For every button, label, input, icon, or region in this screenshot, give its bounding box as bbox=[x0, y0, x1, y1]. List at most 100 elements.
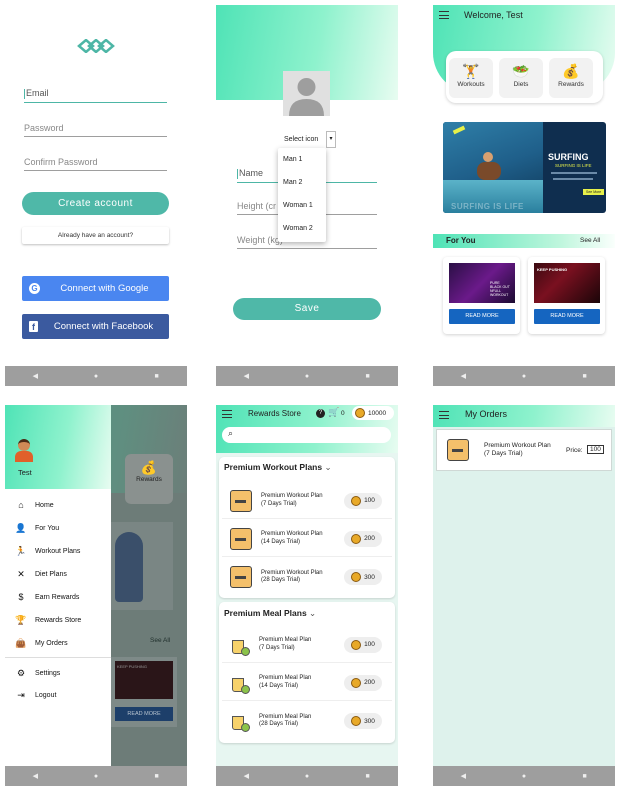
facebook-connect-button[interactable]: f Connect with Facebook bbox=[22, 314, 169, 339]
drawer-item-home[interactable]: ⌂ Home bbox=[5, 496, 53, 514]
nav-recent-button[interactable]: ■ bbox=[361, 773, 375, 780]
drawer-item-settings[interactable]: ⚙ Settings bbox=[5, 664, 60, 682]
workout-calendar-icon bbox=[230, 489, 252, 512]
user-avatar[interactable] bbox=[15, 439, 33, 463]
nav-recent-button[interactable]: ■ bbox=[150, 773, 164, 780]
price-pill[interactable]: 300 bbox=[344, 569, 382, 585]
icon-select-dropdown[interactable]: Select icon ▾ bbox=[282, 129, 336, 149]
read-more-button[interactable]: READ MORE bbox=[449, 309, 515, 324]
avatar[interactable] bbox=[283, 71, 330, 116]
drawer-item-logout[interactable]: ⇥ Logout bbox=[5, 686, 56, 704]
drawer-item-for-you[interactable]: 👤 For You bbox=[5, 519, 59, 537]
category-rewards[interactable]: 💰 Rewards bbox=[549, 58, 593, 98]
drawer-item-rewards-store[interactable]: 🏆 Rewards Store bbox=[5, 611, 81, 629]
nav-back-button[interactable]: ◀ bbox=[239, 372, 253, 380]
category-diets[interactable]: 🥗 Diets bbox=[499, 58, 543, 98]
confirm-password-field[interactable]: Confirm Password bbox=[24, 157, 167, 171]
category-workouts[interactable]: 🏋 Workouts bbox=[449, 58, 493, 98]
option-man-1[interactable]: Man 1 bbox=[278, 148, 326, 171]
coin-balance-pill[interactable]: 10000 bbox=[352, 406, 394, 420]
drawer-item-earn-rewards[interactable]: $ Earn Rewards bbox=[5, 588, 79, 606]
category-rewards-label: Rewards bbox=[558, 81, 584, 88]
nav-back-button[interactable]: ◀ bbox=[456, 772, 470, 780]
nav-home-button[interactable]: ● bbox=[300, 773, 314, 780]
price-pill[interactable]: 100 bbox=[344, 636, 382, 653]
email-field[interactable]: Email bbox=[24, 88, 167, 103]
nav-home-button[interactable]: ● bbox=[517, 773, 531, 780]
nav-home-button[interactable]: ● bbox=[300, 373, 314, 380]
nav-recent-button[interactable]: ■ bbox=[150, 373, 164, 380]
facebook-button-label: Connect with Facebook bbox=[53, 321, 154, 332]
search-input[interactable]: ⌕ bbox=[222, 427, 391, 443]
list-item[interactable]: Premium Meal Plan (7 Days Trial) 100 bbox=[222, 627, 392, 663]
nav-back-button[interactable]: ◀ bbox=[28, 372, 42, 380]
smoothie-icon bbox=[230, 672, 250, 694]
nav-home-button[interactable]: ● bbox=[89, 773, 103, 780]
dimmed-card: KEEP PUSHING READ MORE bbox=[111, 657, 177, 727]
gear-icon: ⚙ bbox=[16, 667, 26, 678]
workout-section-header[interactable]: Premium Workout Plans ⌄ bbox=[224, 462, 332, 473]
user-name: Test bbox=[18, 468, 32, 477]
drawer-item-my-orders[interactable]: 👜 My Orders bbox=[5, 634, 67, 652]
create-account-button[interactable]: Create account bbox=[22, 192, 169, 215]
read-more-button[interactable]: READ MORE bbox=[534, 309, 600, 324]
menu-icon[interactable] bbox=[439, 11, 449, 19]
google-connect-button[interactable]: G Connect with Google bbox=[22, 276, 169, 301]
list-item[interactable]: Premium Meal Plan (14 Days Trial) 200 bbox=[222, 665, 392, 701]
menu-icon[interactable] bbox=[439, 411, 449, 419]
drawer-item-diet-plans[interactable]: ✕ Diet Plans bbox=[5, 565, 67, 583]
order-card[interactable]: Premium Workout Plan (7 Days Trial) Pric… bbox=[436, 429, 612, 471]
menu-icon[interactable] bbox=[222, 410, 232, 418]
nav-home-button[interactable]: ● bbox=[517, 373, 531, 380]
diet-icon: 🥗 bbox=[512, 63, 530, 79]
save-button[interactable]: Save bbox=[233, 298, 381, 320]
workout-calendar-icon bbox=[230, 527, 252, 550]
welcome-title: Welcome, Test bbox=[464, 10, 523, 20]
drawer-item-label: Earn Rewards bbox=[35, 593, 80, 601]
drawer-item-workout-plans[interactable]: 🏃 Workout Plans bbox=[5, 542, 80, 560]
list-item[interactable]: Premium Workout Plan (7 Days Trial) 100 bbox=[222, 483, 392, 519]
banner-subtitle: SURFING IS LIFE bbox=[555, 163, 592, 168]
dropdown-arrow-icon: ▾ bbox=[326, 131, 336, 148]
price-pill[interactable]: 100 bbox=[344, 492, 382, 509]
list-item[interactable]: Premium Workout Plan (14 Days Trial) 200 bbox=[222, 521, 392, 557]
system-nav-bar: ◀ ● ■ bbox=[433, 766, 615, 786]
help-icon[interactable]: ? bbox=[316, 409, 325, 418]
meal-section-header[interactable]: Premium Meal Plans ⌄ bbox=[224, 608, 316, 619]
cutlery-icon: ✕ bbox=[17, 568, 25, 579]
nav-recent-button[interactable]: ■ bbox=[578, 373, 592, 380]
category-workouts-label: Workouts bbox=[457, 81, 485, 88]
see-all-link[interactable]: See All bbox=[580, 237, 600, 244]
nav-back-button[interactable]: ◀ bbox=[239, 772, 253, 780]
price-pill[interactable]: 300 bbox=[344, 713, 382, 729]
person-icon: 👤 bbox=[15, 522, 27, 533]
banner-see-more-button[interactable]: See More bbox=[583, 189, 605, 195]
for-you-card[interactable]: KEEP PUSHING READ MORE bbox=[528, 257, 605, 334]
cart-icon[interactable]: 🛒 bbox=[328, 407, 339, 418]
price-value: 100 bbox=[587, 445, 604, 454]
price-pill[interactable]: 200 bbox=[344, 674, 382, 691]
page-title: My Orders bbox=[465, 409, 508, 419]
nav-recent-button[interactable]: ■ bbox=[361, 373, 375, 380]
nav-back-button[interactable]: ◀ bbox=[456, 372, 470, 380]
already-have-account-button[interactable]: Already have an account? bbox=[22, 227, 169, 244]
password-field[interactable]: Password bbox=[24, 123, 167, 137]
workout-thumbnail: PURE BLACK OUT NFULL WORKOUT bbox=[449, 263, 515, 303]
screen-profile-setup: Select icon ▾ Name Height (cr Weight (kg… bbox=[216, 5, 398, 386]
workout-calendar-icon bbox=[447, 439, 469, 461]
dimmed-banner bbox=[111, 522, 173, 610]
list-item[interactable]: Premium Workout Plan (28 Days Trial) 300 bbox=[222, 559, 392, 595]
nav-home-button[interactable]: ● bbox=[89, 373, 103, 380]
price-pill[interactable]: 200 bbox=[344, 530, 382, 547]
surfing-banner[interactable]: SURFING SURFING IS LIFE See More SURFING… bbox=[443, 122, 606, 213]
for-you-card[interactable]: PURE BLACK OUT NFULL WORKOUT READ MORE bbox=[443, 257, 520, 334]
nav-back-button[interactable]: ◀ bbox=[28, 772, 42, 780]
order-name: Premium Workout Plan bbox=[484, 442, 551, 449]
category-diets-label: Diets bbox=[513, 81, 529, 88]
nav-recent-button[interactable]: ■ bbox=[578, 773, 592, 780]
option-woman-1[interactable]: Woman 1 bbox=[278, 194, 326, 217]
list-item[interactable]: Premium Meal Plan (28 Days Trial) 300 bbox=[222, 703, 392, 739]
option-woman-2[interactable]: Woman 2 bbox=[278, 217, 326, 240]
option-man-2[interactable]: Man 2 bbox=[278, 171, 326, 194]
smoothie-icon bbox=[230, 710, 250, 732]
